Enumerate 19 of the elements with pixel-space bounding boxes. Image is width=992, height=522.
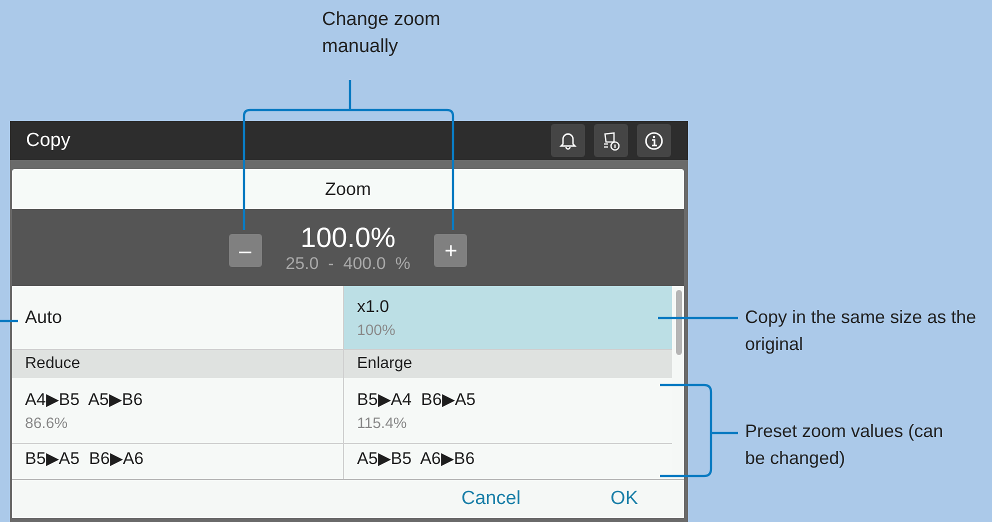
zoom-range: 25.0 - 400.0 % [286,254,410,274]
callout-text: Preset zoom values (can be changed) [745,420,944,470]
zoom-option[interactable]: Auto [12,286,344,350]
zoom-increase-button[interactable]: + [434,234,468,267]
bell-icon[interactable] [551,124,585,157]
zoom-option[interactable]: x1.0 100% [344,286,672,350]
printer-info-icon[interactable] [594,124,628,157]
cancel-button[interactable]: Cancel [457,486,525,512]
screen-title: Copy [26,130,70,152]
info-icon[interactable] [637,124,671,157]
section-header: Reduce [12,350,344,378]
ok-button[interactable]: OK [606,486,642,512]
zoom-value: 100.0% [300,222,396,254]
section-header: Enlarge [344,350,672,378]
callout-text: Change zoom manually [322,8,442,59]
leader-line [0,320,18,322]
zoom-decrease-button[interactable]: – [228,234,262,267]
preset-option[interactable]: A4▶B5 A5▶B6 86.6% [12,378,344,444]
callout-text: Copy in the same size as the original [745,306,978,356]
